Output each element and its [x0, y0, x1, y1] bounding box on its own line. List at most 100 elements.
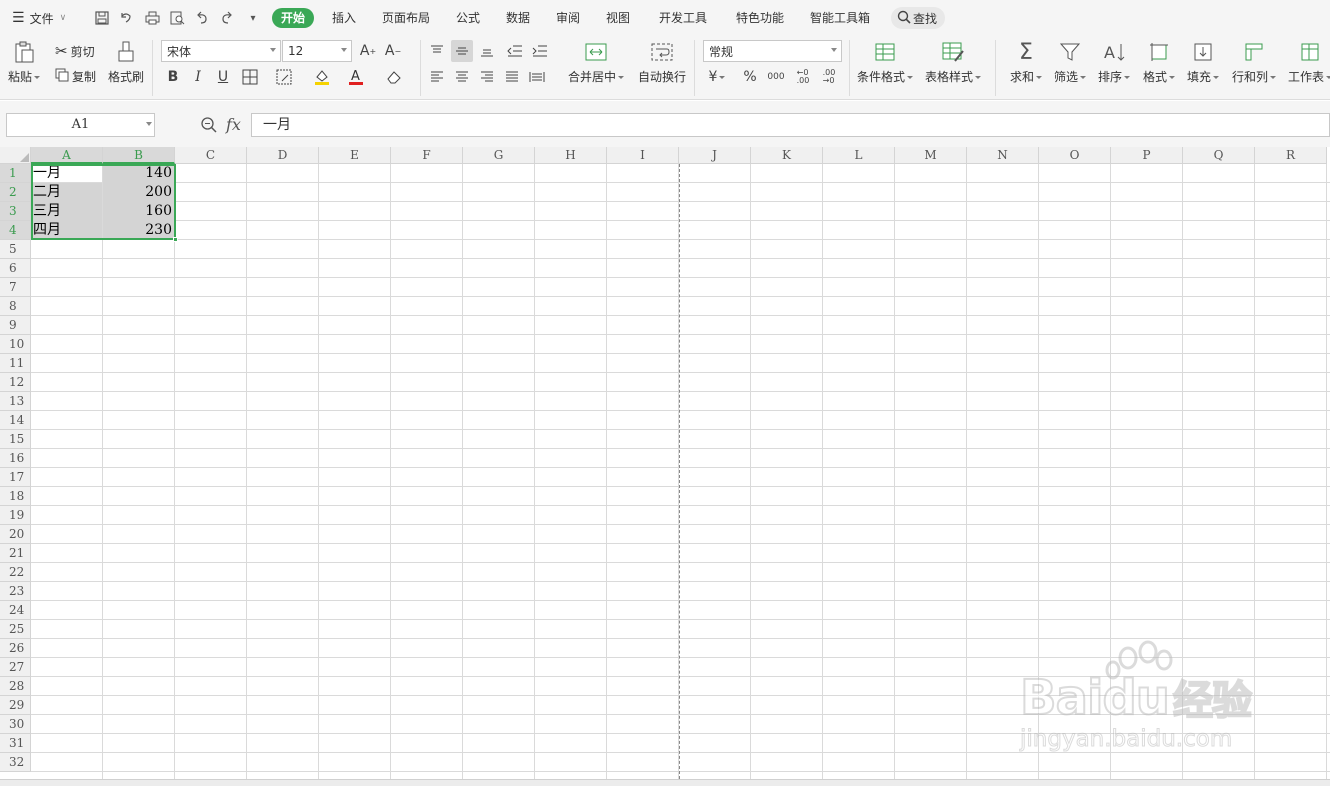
cell-a3[interactable]: 三月 [31, 202, 102, 221]
tab-insert[interactable]: 插入 [332, 8, 356, 28]
column-header-f[interactable]: F [391, 147, 463, 164]
row-header-32[interactable]: 32 [0, 753, 31, 772]
tab-developer[interactable]: 开发工具 [659, 8, 707, 28]
increase-font-size-icon[interactable]: A + [358, 41, 378, 61]
sum-button[interactable]: Σ 求和 [1010, 40, 1043, 85]
cell-b2[interactable]: 200 [103, 183, 174, 202]
function-icon[interactable]: fx [226, 115, 241, 134]
increase-indent-icon[interactable] [530, 41, 550, 61]
print-preview-icon[interactable] [169, 10, 185, 26]
column-header-c[interactable]: C [175, 147, 247, 164]
tab-review[interactable]: 审阅 [556, 8, 580, 28]
row-header-7[interactable]: 7 [0, 278, 31, 297]
row-header-10[interactable]: 10 [0, 335, 31, 354]
column-header-a[interactable]: A [31, 147, 103, 164]
row-header-5[interactable]: 5 [0, 240, 31, 259]
italic-icon[interactable]: I [188, 67, 208, 87]
column-header-l[interactable]: L [823, 147, 895, 164]
sort-button[interactable]: A 排序 [1098, 40, 1131, 85]
align-middle-icon[interactable] [451, 40, 473, 62]
row-header-20[interactable]: 20 [0, 525, 31, 544]
row-header-13[interactable]: 13 [0, 392, 31, 411]
name-box[interactable]: A1 [6, 113, 155, 137]
row-header-25[interactable]: 25 [0, 620, 31, 639]
row-header-28[interactable]: 28 [0, 677, 31, 696]
cell-b1[interactable]: 140 [103, 164, 174, 183]
merge-center-button[interactable]: 合并居中 [568, 40, 625, 85]
font-color-icon[interactable]: A [346, 67, 366, 87]
row-header-23[interactable]: 23 [0, 582, 31, 601]
row-header-15[interactable]: 15 [0, 430, 31, 449]
customize-dropdown-icon[interactable]: ▾ [245, 10, 261, 26]
spreadsheet-grid[interactable]: ABCDEFGHIJKLMNOPQR 1 2 3 4 5 6 7 8 9 10 11 12 13 14 15… [0, 147, 1330, 779]
fill-color-icon[interactable] [312, 67, 332, 87]
undo-icon[interactable] [194, 10, 210, 26]
wrap-text-button[interactable]: 自动换行 [638, 40, 686, 85]
tab-formulas[interactable]: 公式 [456, 8, 480, 28]
row-header-4[interactable]: 4 [0, 221, 31, 240]
copy-button[interactable]: 复制 [55, 68, 96, 85]
row-header-3[interactable]: 3 [0, 202, 31, 221]
tab-special-features[interactable]: 特色功能 [736, 8, 784, 28]
underline-icon[interactable]: U [213, 67, 233, 87]
paste-button[interactable]: 粘贴 [8, 40, 41, 85]
column-header-q[interactable]: Q [1183, 147, 1255, 164]
undo-history-icon[interactable] [118, 10, 134, 26]
column-header-k[interactable]: K [751, 147, 823, 164]
row-header-30[interactable]: 30 [0, 715, 31, 734]
table-style-button[interactable]: 表格样式 [925, 40, 982, 85]
row-header-12[interactable]: 12 [0, 373, 31, 392]
conditional-format-button[interactable]: 条件格式 [857, 40, 914, 85]
fill-button[interactable]: 填充 [1187, 40, 1220, 85]
row-header-17[interactable]: 17 [0, 468, 31, 487]
column-header-p[interactable]: P [1111, 147, 1183, 164]
format-button[interactable]: 格式 [1143, 40, 1176, 85]
column-header-g[interactable]: G [463, 147, 535, 164]
bold-icon[interactable]: B [163, 67, 183, 87]
percent-icon[interactable]: % [740, 67, 760, 87]
row-header-16[interactable]: 16 [0, 449, 31, 468]
save-icon[interactable] [94, 10, 110, 26]
column-header-o[interactable]: O [1039, 147, 1111, 164]
align-left-icon[interactable] [427, 67, 447, 87]
column-header-h[interactable]: H [535, 147, 607, 164]
column-header-r[interactable]: R [1255, 147, 1327, 164]
cell-a4[interactable]: 四月 [31, 221, 102, 240]
format-painter-button[interactable]: 格式刷 [108, 40, 144, 85]
number-format-select[interactable]: 常规 [703, 40, 842, 62]
align-center-icon[interactable] [452, 67, 472, 87]
cell-b3[interactable]: 160 [103, 202, 174, 221]
align-top-icon[interactable] [427, 41, 447, 61]
redo-icon[interactable] [219, 10, 235, 26]
row-header-31[interactable]: 31 [0, 734, 31, 753]
column-header-j[interactable]: J [679, 147, 751, 164]
tab-smart-toolbox[interactable]: 智能工具箱 [810, 8, 870, 28]
justify-icon[interactable] [502, 67, 522, 87]
row-header-29[interactable]: 29 [0, 696, 31, 715]
print-icon[interactable] [144, 10, 160, 26]
column-header-e[interactable]: E [319, 147, 391, 164]
row-header-22[interactable]: 22 [0, 563, 31, 582]
column-header-m[interactable]: M [895, 147, 967, 164]
fill-handle[interactable] [173, 237, 178, 242]
row-header-8[interactable]: 8 [0, 297, 31, 316]
row-header-2[interactable]: 2 [0, 183, 31, 202]
align-bottom-icon[interactable] [477, 41, 497, 61]
increase-decimal-icon[interactable]: ←0.00 [793, 67, 813, 87]
column-header-i[interactable]: I [607, 147, 679, 164]
zoom-icon[interactable] [200, 116, 218, 137]
row-header-9[interactable]: 9 [0, 316, 31, 335]
cell-b4[interactable]: 230 [103, 221, 174, 240]
row-header-14[interactable]: 14 [0, 411, 31, 430]
chevron-down-icon[interactable] [146, 122, 152, 126]
column-header-n[interactable]: N [967, 147, 1039, 164]
row-header-11[interactable]: 11 [0, 354, 31, 373]
row-header-26[interactable]: 26 [0, 639, 31, 658]
decrease-font-size-icon[interactable]: A − [383, 41, 403, 61]
column-header-b[interactable]: B [103, 147, 175, 164]
tab-view[interactable]: 视图 [606, 8, 630, 28]
file-menu[interactable]: ☰ 文件 ∨ [12, 0, 66, 36]
worksheet-button[interactable]: 工作表 [1288, 40, 1330, 85]
row-header-6[interactable]: 6 [0, 259, 31, 278]
tab-data[interactable]: 数据 [506, 8, 530, 28]
